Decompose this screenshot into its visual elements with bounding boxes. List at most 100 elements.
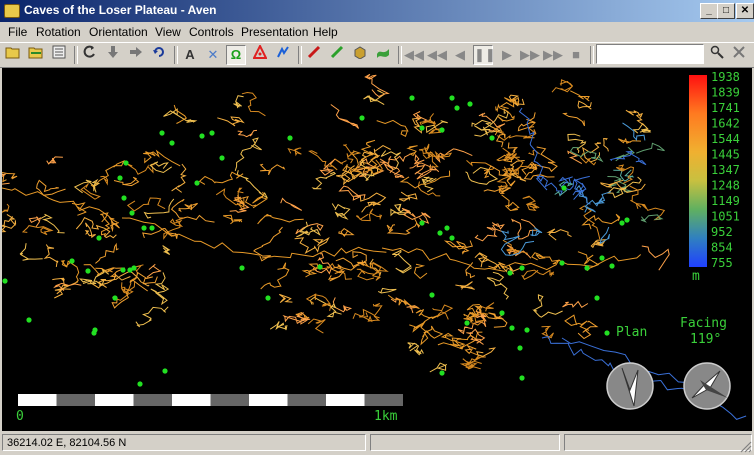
menu-help[interactable]: Help	[313, 25, 338, 39]
step-back-icon[interactable]: ◀	[450, 45, 470, 65]
survey-leg	[253, 226, 283, 262]
survey-leg	[332, 297, 353, 313]
step-right-icon[interactable]	[126, 45, 146, 65]
survey-leg	[234, 137, 262, 172]
survey-leg	[479, 302, 495, 312]
rotate-icon[interactable]	[80, 45, 100, 65]
survey-leg	[636, 142, 665, 154]
survey-leg	[162, 245, 171, 255]
scale-segment	[172, 394, 211, 406]
survey-leg	[474, 228, 504, 242]
end-icon[interactable]: ▶▶	[543, 45, 563, 65]
survey-leg	[309, 296, 342, 318]
close-button[interactable]: ✕	[736, 3, 754, 19]
survey-leg	[80, 183, 101, 200]
survey-leg	[415, 308, 441, 328]
survey-leg	[632, 122, 652, 134]
label-icon[interactable]: A	[180, 45, 200, 65]
entrance-icon[interactable]: Ω	[226, 45, 246, 65]
survey-leg	[398, 191, 418, 202]
elevation-dial-icon[interactable]	[606, 362, 654, 410]
entrance-marker	[464, 320, 470, 326]
toolbar-separator	[298, 46, 302, 64]
fix-icon[interactable]	[250, 43, 270, 65]
entrance-marker	[131, 265, 137, 271]
survey-leg	[21, 225, 54, 236]
entrance-marker	[419, 125, 425, 131]
open-pres-icon[interactable]	[26, 45, 46, 65]
pause-icon[interactable]: ❚❚	[473, 45, 496, 65]
survey-leg	[294, 236, 330, 254]
entrance-marker	[449, 95, 455, 101]
print-icon[interactable]	[49, 45, 69, 65]
cave-survey-viewport[interactable]: 1938 1839 1741 1642 1544 1445 1347 1248 1149 1051…	[2, 68, 752, 431]
clear-icon[interactable]	[729, 45, 749, 65]
entrance-marker	[454, 105, 460, 111]
survey-leg	[532, 294, 563, 318]
survey-leg	[409, 321, 429, 334]
survey-leg	[259, 163, 286, 176]
colour-key-label: 1445	[711, 148, 740, 162]
survey-leg	[581, 213, 621, 230]
scale-segment	[18, 394, 57, 406]
minimize-button[interactable]: _	[700, 3, 718, 19]
surface-icon[interactable]	[373, 45, 393, 65]
rewind-icon[interactable]: ◀◀	[404, 45, 424, 65]
stop-icon[interactable]: ■	[566, 45, 586, 65]
survey-leg	[269, 321, 288, 331]
survey-leg	[546, 228, 572, 241]
entrance-marker	[429, 292, 435, 298]
survey-leg	[383, 163, 405, 179]
entrance-marker	[317, 264, 323, 270]
fast-forward-icon[interactable]: ▶▶	[520, 45, 540, 65]
entrance-marker	[169, 140, 175, 146]
green-leg-icon[interactable]	[327, 45, 347, 65]
menu-file[interactable]: File	[8, 25, 27, 39]
solid-icon[interactable]	[350, 45, 370, 65]
search-input[interactable]	[596, 44, 704, 64]
entrance-marker	[26, 317, 32, 323]
entrance-marker	[96, 235, 102, 241]
survey-leg	[364, 73, 390, 98]
survey-leg	[640, 214, 664, 223]
survey-passage	[2, 187, 118, 223]
survey-plot[interactable]: 1938 18391741 16421544 14451347 12481149 1051…	[2, 68, 752, 431]
scale-segment	[95, 394, 134, 406]
menu-view[interactable]: View	[155, 25, 181, 39]
red-leg-icon[interactable]	[304, 45, 324, 65]
maximize-button[interactable]: □	[717, 3, 735, 19]
open-icon[interactable]	[3, 45, 23, 65]
exported-icon[interactable]	[273, 45, 293, 65]
menu-controls[interactable]: Controls	[189, 25, 234, 39]
menu-orientation[interactable]: Orientation	[89, 25, 148, 39]
survey-leg	[135, 306, 169, 328]
survey-leg	[260, 262, 290, 290]
compass-icon[interactable]	[683, 362, 731, 410]
colour-key-label: 1248	[711, 179, 740, 193]
cross-icon[interactable]: ✕	[203, 45, 223, 65]
undo-icon[interactable]	[149, 45, 169, 65]
survey-leg	[629, 185, 639, 209]
survey-leg	[170, 198, 215, 223]
survey-leg	[257, 213, 304, 225]
survey-leg	[517, 112, 536, 132]
menu-presentation[interactable]: Presentation	[241, 25, 308, 39]
entrance-marker	[162, 368, 168, 374]
survey-leg	[521, 146, 558, 175]
menu-rotation[interactable]: Rotation	[36, 25, 81, 39]
resize-grip-icon[interactable]	[740, 441, 752, 453]
back-icon[interactable]: ◀◀	[427, 45, 447, 65]
search-icon[interactable]	[707, 45, 727, 65]
survey-leg	[108, 217, 120, 233]
play-icon[interactable]: ▶	[497, 45, 517, 65]
survey-leg	[459, 358, 482, 369]
step-down-icon[interactable]	[103, 45, 123, 65]
entrance-marker	[609, 263, 615, 269]
colour-key-label: 1839	[711, 86, 740, 100]
survey-passage	[381, 247, 505, 272]
window-title: Caves of the Loser Plateau - Aven	[24, 3, 217, 17]
entrance-marker	[437, 230, 443, 236]
survey-leg	[163, 108, 198, 123]
scale-segment	[326, 394, 365, 406]
entrance-marker	[137, 381, 143, 387]
